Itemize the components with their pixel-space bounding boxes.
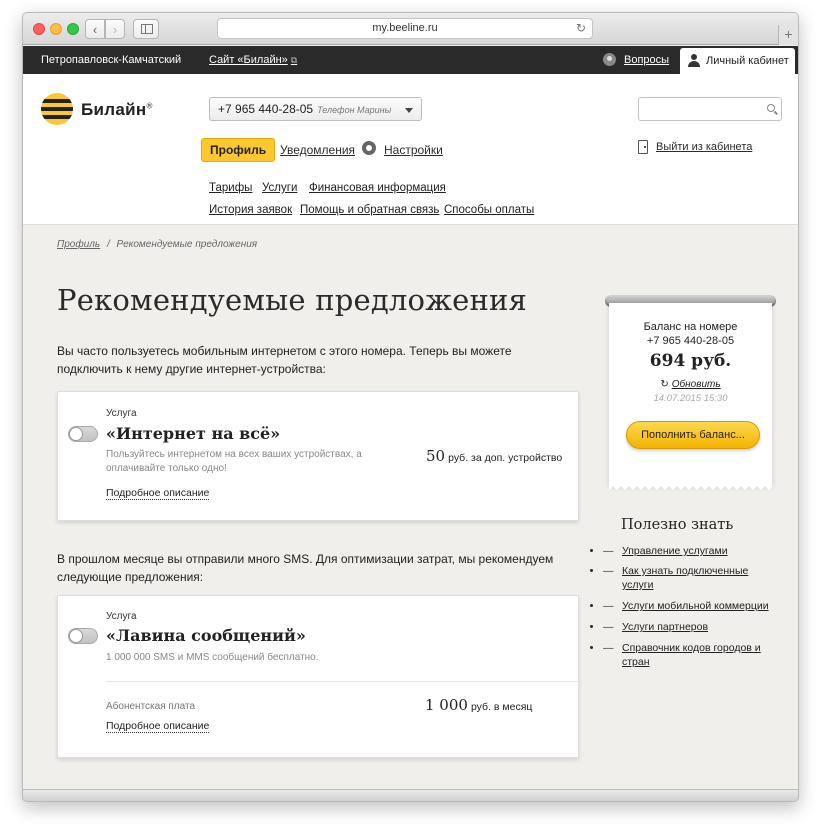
list-item: Услуги мобильной коммерции [603, 599, 779, 613]
offer-card-sms: Услуга «Лавина сообщений» 1 000 000 SMS … [57, 595, 579, 758]
nav-link-help[interactable]: Помощь и обратная связь [300, 204, 439, 216]
user-icon [688, 54, 700, 67]
phone-number: +7 965 440-28-05 [218, 102, 314, 116]
service-name: «Лавина сообщений» [106, 626, 306, 645]
search-icon[interactable] [767, 104, 775, 112]
useful-title: Полезно знать [621, 517, 734, 533]
personal-cabinet-label: Личный кабинет [706, 55, 789, 67]
breadcrumb-separator: / [106, 239, 110, 250]
personal-cabinet-tab[interactable]: Личный кабинет [680, 48, 795, 74]
service-type-label: Услуга [106, 408, 137, 419]
service-price: 50 руб. за доп. устройство [426, 447, 563, 465]
service-type-label: Услуга [106, 611, 137, 622]
offer-toggle[interactable] [68, 426, 98, 442]
top-bar: Петропавловск-Камчатский Сайт «Билайн» ⧉ … [23, 46, 798, 74]
close-window-button[interactable] [33, 23, 45, 35]
phone-number-select[interactable]: +7 965 440-28-05 Телефон Марины [209, 97, 422, 121]
minimize-window-button[interactable] [50, 23, 62, 35]
toggle-knob [69, 427, 83, 441]
balance-widget: Баланс на номере +7 965 440-28-05 694 ру… [609, 303, 772, 491]
list-item: Как узнать подключенные услуги [603, 564, 779, 591]
forward-button[interactable]: › [105, 19, 125, 39]
service-description: Пользуйтесь интернетом на всех ваших уст… [106, 449, 362, 474]
tab-settings[interactable]: Настройки [384, 143, 443, 157]
useful-link-city-codes[interactable]: Справочник кодов городов и стран [622, 641, 762, 669]
browser-toolbar: ‹ › my.beeline.ru ↻ + [23, 13, 798, 45]
new-tab-button[interactable]: + [778, 25, 798, 45]
logout-link[interactable]: Выйти из кабинета [638, 141, 752, 153]
intro-sms-text: В прошлом месяце вы отправили много SMS.… [57, 552, 554, 584]
nav-link-history[interactable]: История заявок [209, 204, 292, 216]
page-title: Рекомендуемые предложения [57, 283, 527, 317]
service-description: 1 000 000 SMS и MMS сообщений бесплатно. [106, 652, 319, 663]
useful-link-connected-services[interactable]: Как узнать подключенные услуги [622, 564, 762, 592]
address-bar[interactable]: my.beeline.ru ↻ [217, 18, 593, 39]
useful-link-manage-services[interactable]: Управление услугами [622, 544, 728, 558]
nav-link-services[interactable]: Услуги [262, 182, 297, 194]
back-button[interactable]: ‹ [85, 19, 105, 39]
chevron-down-icon [405, 108, 413, 113]
balance-phone: +7 965 440-28-05 [646, 335, 735, 347]
site-header: Билайн® +7 965 440-28-05 Телефон Марины П… [23, 74, 798, 225]
offer-card-internet: Услуга «Интернет на всё» Пользуйтесь инт… [57, 391, 579, 521]
nav-link-tariffs[interactable]: Тарифы [209, 182, 252, 194]
zoom-window-button[interactable] [67, 23, 79, 35]
refresh-icon: ↻ [660, 379, 669, 390]
refresh-link[interactable]: ↻ Обновить [609, 379, 772, 390]
balance-date: 14.07.2015 15:30 [653, 393, 728, 404]
useful-link-partners[interactable]: Услуги партнеров [622, 620, 708, 634]
faq-label: Вопросы [624, 54, 670, 66]
beeline-logo-icon[interactable] [41, 93, 73, 125]
divider [106, 681, 578, 682]
fee-label: Абонентская плата [106, 701, 196, 712]
faq-link[interactable]: Вопросы [606, 54, 669, 66]
topup-button[interactable]: Пополнить баланс... [626, 421, 760, 449]
list-item: Услуги партнеров [603, 620, 779, 634]
toggle-knob [69, 629, 83, 643]
search-box [638, 97, 782, 121]
brand-name: Билайн® [81, 100, 153, 119]
more-details-link[interactable]: Подробное описание [106, 720, 210, 733]
tab-profile[interactable]: Профиль [201, 138, 276, 162]
reload-icon[interactable]: ↻ [576, 19, 586, 38]
breadcrumb-profile-link[interactable]: Профиль [57, 239, 100, 250]
gear-icon [362, 141, 376, 155]
refresh-label: Обновить [671, 379, 721, 390]
sidebar-toggle-button[interactable] [133, 19, 159, 39]
site-link-label: Сайт «Билайн» [209, 54, 288, 66]
search-input[interactable] [639, 98, 759, 120]
nav-link-payment[interactable]: Способы оплаты [444, 204, 534, 216]
receipt-edge [609, 485, 772, 491]
breadcrumb: Профиль / Рекомендуемые предложения [57, 239, 257, 250]
offer-toggle[interactable] [68, 628, 98, 644]
site-link[interactable]: Сайт «Билайн» ⧉ [209, 54, 297, 66]
tab-notifications[interactable]: Уведомления [280, 143, 355, 157]
list-item: Справочник кодов городов и стран [603, 641, 779, 668]
nav-link-finance[interactable]: Финансовая информация [309, 182, 446, 194]
url-text: my.beeline.ru [372, 22, 438, 34]
phone-owner: Телефон Марины [317, 105, 392, 115]
balance-amount: 694 руб. [649, 351, 732, 371]
breadcrumb-current: Рекомендуемые предложения [116, 239, 258, 250]
status-strip [23, 789, 798, 801]
browser-window: ‹ › my.beeline.ru ↻ + Петропавловск-Камч… [22, 12, 799, 802]
sidebar-icon [141, 24, 153, 34]
balance-label: Баланс на номере [643, 321, 738, 333]
intro-internet-text: Вы часто пользуетесь мобильным интернето… [57, 344, 512, 376]
external-link-icon: ⧉ [290, 55, 298, 65]
city-selector[interactable]: Петропавловск-Камчатский [41, 54, 181, 66]
service-price: 1 000 руб. в месяц [425, 696, 533, 714]
service-name: «Интернет на всё» [106, 424, 281, 443]
more-details-link[interactable]: Подробное описание [106, 487, 210, 500]
list-item: Управление услугами [603, 544, 779, 558]
useful-link-mobile-commerce[interactable]: Услуги мобильной коммерции [622, 599, 769, 613]
